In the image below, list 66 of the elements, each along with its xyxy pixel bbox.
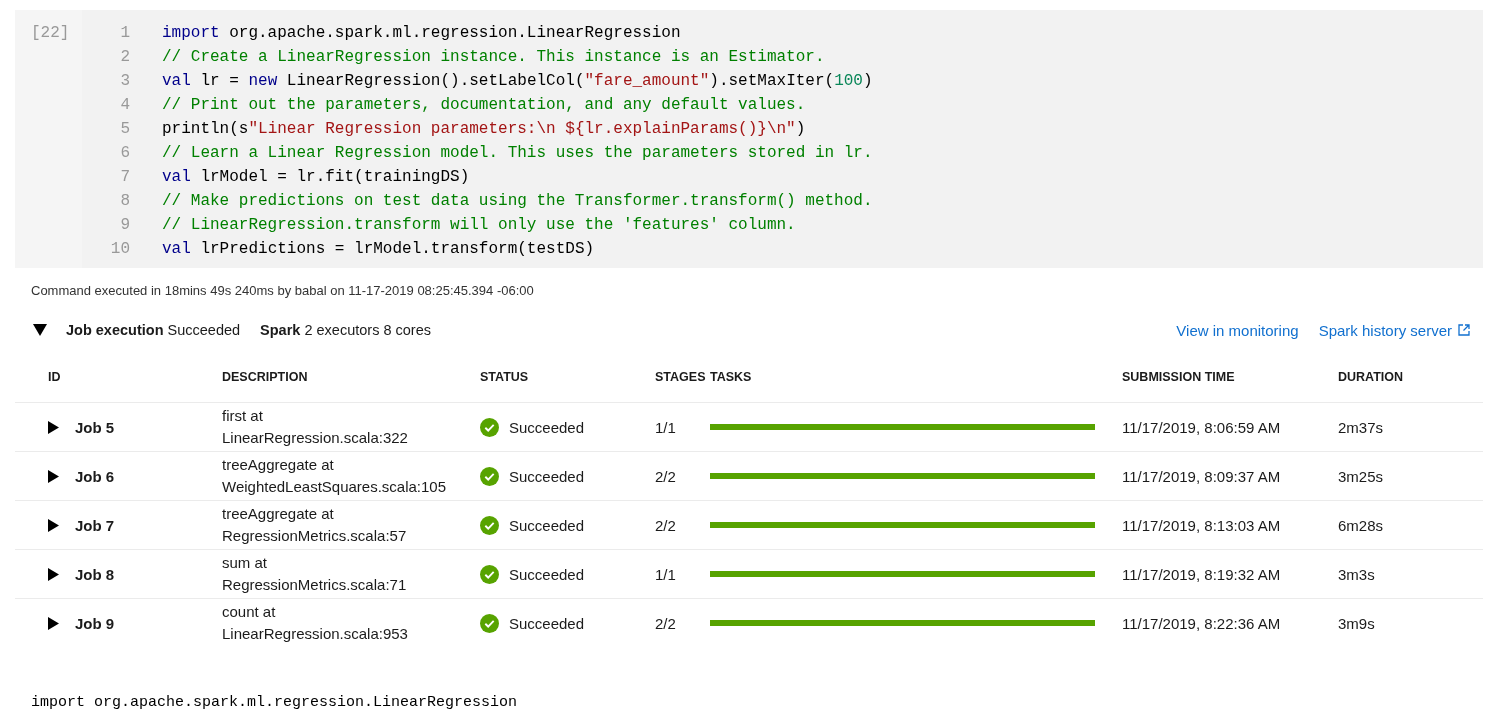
code-line: // Create a LinearRegression instance. This instance is an Estimator.	[162, 47, 825, 68]
job-execution-status: Job execution Succeeded	[66, 322, 241, 338]
column-header: ID	[47, 369, 62, 384]
submission-time: 11/17/2019, 8:22:36 AM	[1122, 614, 1282, 632]
line-number: 4	[119, 95, 130, 116]
code-line: val lr = new LinearRegression().setLabelCol("fare_amount").setMaxIter(100)	[162, 71, 873, 92]
execution-count: [22]	[31, 24, 70, 42]
job-id: Job 6	[75, 467, 115, 485]
column-header: DURATION	[1338, 369, 1405, 384]
status-label: Succeeded	[509, 565, 585, 583]
status-label: Succeeded	[509, 516, 585, 534]
job-description: count at LinearRegression.scala:953	[222, 602, 409, 644]
submission-time: 11/17/2019, 8:13:03 AM	[1122, 516, 1282, 534]
submission-time: 11/17/2019, 8:06:59 AM	[1122, 418, 1282, 436]
caret-right-icon[interactable]	[48, 469, 59, 483]
line-number: 6	[119, 143, 130, 164]
code-line: // Learn a Linear Regression model. This uses the parameters stored in lr.	[162, 143, 873, 164]
line-number: 3	[119, 71, 130, 92]
line-number: 2	[119, 47, 130, 68]
line-number: 1	[119, 23, 130, 44]
line-number: 9	[119, 215, 130, 236]
link[interactable]: View in monitoring	[1176, 321, 1299, 339]
job-duration: 3m9s	[1338, 614, 1376, 632]
caret-right-icon[interactable]	[48, 420, 59, 434]
command-info: Command executed in 18mins 49s 240ms by babal on 11-17-2019 08:25:45.394 -06:00	[31, 282, 535, 300]
caret-right-icon[interactable]	[48, 567, 59, 581]
job-id: Job 5	[75, 418, 115, 436]
spark-resources: Spark 2 executors 8 cores	[260, 322, 431, 338]
column-header: SUBMISSION TIME	[1122, 369, 1236, 384]
job-duration: 6m28s	[1338, 516, 1385, 534]
stages-count: 2/2	[655, 614, 677, 632]
job-duration: 3m25s	[1338, 467, 1385, 485]
code-line: // Make predictions on test data using the Transformer.transform() method.	[162, 191, 873, 212]
line-number: 7	[119, 167, 130, 188]
caret-right-icon[interactable]	[48, 616, 59, 630]
code-line: import org.apache.spark.ml.regression.LinearRegression	[162, 23, 681, 44]
job-id: Job 9	[75, 614, 115, 632]
code-line: // Print out the parameters, documentation, and any default values.	[162, 95, 806, 116]
submission-time: 11/17/2019, 8:19:32 AM	[1122, 565, 1282, 583]
status-label: Succeeded	[509, 418, 585, 436]
stages-count: 2/2	[655, 467, 677, 485]
line-number: 5	[119, 119, 130, 140]
line-number: 10	[109, 239, 130, 260]
job-id: Job 7	[75, 516, 115, 534]
stages-count: 1/1	[655, 418, 677, 436]
caret-down-icon[interactable]	[33, 324, 47, 336]
column-header: DESCRIPTION	[222, 369, 309, 384]
cell-output: import org.apache.spark.ml.regression.LinearRegression	[31, 695, 519, 711]
link[interactable]: Spark history server	[1318, 321, 1470, 339]
code-line: val lrPredictions = lrModel.transform(testDS)	[162, 239, 595, 260]
caret-right-icon[interactable]	[48, 518, 59, 532]
submission-time: 11/17/2019, 8:09:37 AM	[1122, 467, 1282, 485]
job-duration: 3m3s	[1338, 565, 1376, 583]
code-line: // LinearRegression.transform will only use the 'features' column.	[162, 215, 796, 236]
stages-count: 1/1	[655, 565, 677, 583]
line-number: 8	[119, 191, 130, 212]
stages-count: 2/2	[655, 516, 677, 534]
column-header: STATUS	[480, 369, 530, 384]
column-header: TASKS	[710, 369, 753, 384]
status-label: Succeeded	[509, 467, 585, 485]
code-line: val lrModel = lr.fit(trainingDS)	[162, 167, 470, 188]
job-id: Job 8	[75, 565, 115, 583]
job-duration: 2m37s	[1338, 418, 1385, 436]
code-line: println(s"Linear Regression parameters:\n ${lr.explainParams()}\n")	[162, 119, 806, 140]
status-label: Succeeded	[509, 614, 585, 632]
column-header: STAGES	[655, 369, 707, 384]
